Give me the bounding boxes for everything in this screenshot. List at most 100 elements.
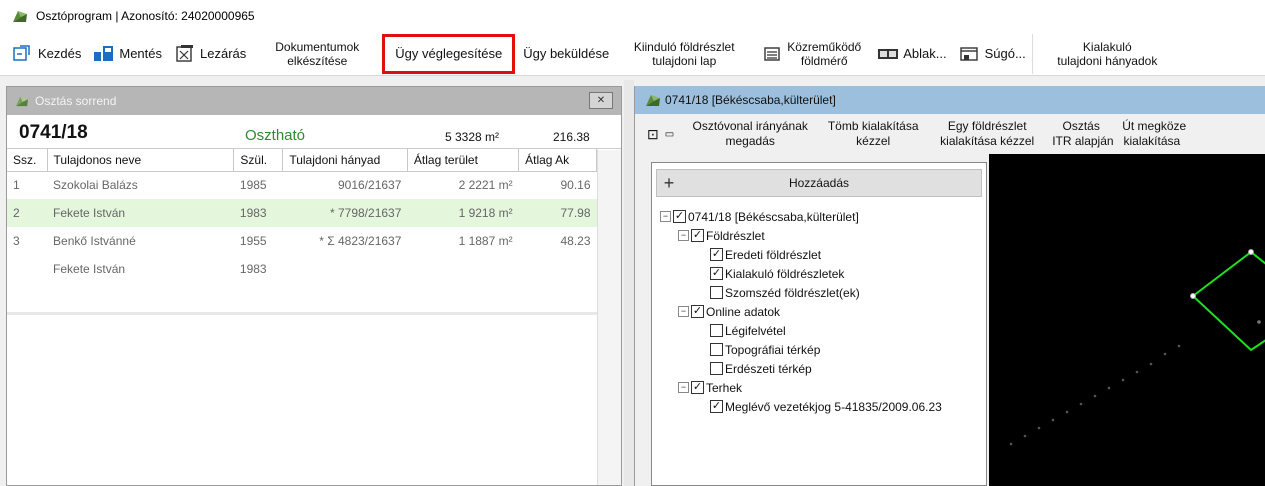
tree-label: Földrészlet [706,228,765,243]
itr-division-button[interactable]: Osztás ITR alapján [1046,119,1116,149]
close-icon[interactable]: ✕ [589,92,613,109]
checkbox[interactable]: ✓ [710,248,723,261]
column-header[interactable]: Átlag terület [407,149,520,172]
checkbox[interactable]: ✓ [691,229,704,242]
division-direction-label-1: Osztóvonal irányának [692,119,808,133]
column-header[interactable]: Ssz. [7,149,48,172]
start-button[interactable]: Kezdés [0,34,87,74]
column-header[interactable]: Tulajdonos neve [47,149,235,172]
map-canvas[interactable] [989,154,1265,486]
close-case-button[interactable]: Lezárás [168,34,252,74]
layer-tree: − ✓ 0741/18 [Békéscsaba,külterület] − ✓ … [652,207,986,416]
checkbox[interactable]: ✓ [710,400,723,413]
collapse-icon[interactable]: − [678,230,689,241]
table-row[interactable]: Fekete István 1983 [7,255,597,283]
cell-index: 2 [7,199,48,227]
checkbox[interactable] [710,362,723,375]
cell-avg-ak [519,255,597,283]
window-menu-label: Ablak... [903,46,947,61]
resulting-shares-label-1: Kialakuló [1082,39,1132,54]
resulting-shares-button[interactable]: Kialakuló tulajdoni hányadok [1031,33,1182,74]
finalize-case-button[interactable]: Ügy véglegesítése [382,33,516,74]
manual-block-button[interactable]: Tömb kialakítása kézzel [818,119,928,149]
surveyor-button[interactable]: Közreműködő földmérő [751,34,871,74]
submit-case-label: Ügy beküldése [523,46,610,61]
tree-node-root[interactable]: − ✓ 0741/18 [Békéscsaba,külterület] [652,207,986,226]
editor-toolbar: ⊡ ▭ Osztóvonal irányának megadás Tömb ki… [635,114,1265,154]
tree-node-aerial[interactable]: Légifelvétel [652,321,986,340]
tree-node-neighbor-parcels[interactable]: Szomszéd földrészlet(ek) [652,283,986,302]
table-divider [7,312,597,315]
table-row[interactable]: 2 Fekete István 1983 * 7798/21637 1 9218… [7,199,597,227]
cell-avg-area: 1 9218 m² [407,199,519,227]
tool-icon-group: ⊡ ▭ [635,126,682,143]
cell-birth-year: 1985 [239,178,267,193]
column-header[interactable]: Tulajdoni hányad [282,149,408,172]
help-button[interactable]: Súgó... [953,34,1032,74]
checkbox[interactable] [710,324,723,337]
documents-button[interactable]: Dokumentumok elkészítése [252,34,382,74]
cell-birth-year: 1983 [239,262,267,276]
surveyor-label-2: földmérő [800,53,848,68]
manual-parcel-label-1: Egy földrészlet [947,119,1027,133]
column-header[interactable]: Szül. [233,149,284,172]
cell-owner: Fekete István [53,262,126,276]
window-menu-button[interactable]: Ablak... [871,34,952,74]
division-order-panel: Osztás sorrend ✕ 0741/18 Osztható 5 3328… [6,86,622,486]
help-label: Súgó... [984,46,1026,61]
tree-label: 0741/18 [Békéscsaba,külterület] [688,209,859,224]
add-button[interactable]: + Hozzáadás [656,169,982,197]
tree-node-online-data[interactable]: − ✓ Online adatok [652,302,986,321]
submit-case-button[interactable]: Ügy beküldése [515,34,617,74]
column-header[interactable]: Átlag Ak [518,149,597,172]
collapse-icon[interactable]: − [678,306,689,317]
checkbox[interactable] [710,343,723,356]
cell-avg-area: 2 2221 m² [458,178,513,193]
checkbox[interactable] [710,286,723,299]
tree-node-original-parcel[interactable]: ✓ Eredeti földrészlet [652,245,986,264]
cell-owner: Szokolai Balázs [53,178,138,193]
ruler-icon[interactable]: ▭ [665,129,674,140]
table-row[interactable]: 1 Szokolai Balázs 1985 9016/21637 2 2221… [7,171,597,199]
collapse-icon[interactable]: − [660,211,671,222]
panel-splitter[interactable] [624,80,634,486]
cell-avg-area [407,255,518,283]
vertical-scrollbar[interactable] [597,150,621,485]
cell-owner: Fekete István [47,199,234,227]
collapse-icon[interactable]: − [678,382,689,393]
road-access-button[interactable]: Út megközel kialakítása [1116,119,1186,149]
parcel-editor-panel: 0741/18 [Békéscsaba,külterület] ⊡ ▭ Oszt… [634,86,1265,486]
checkbox[interactable]: ✓ [710,267,723,280]
checkbox[interactable]: ✓ [691,305,704,318]
archive-icon [174,44,196,64]
tree-node-encumbrances[interactable]: − ✓ Terhek [652,378,986,397]
manual-block-label-2: kézzel [856,134,891,148]
tree-node-resulting-parcels[interactable]: ✓ Kialakuló földrészletek [652,264,986,283]
tree-label: Meglévő vezetékjog 5-41835/2009.06.23 [725,399,942,414]
tree-node-utility-right[interactable]: ✓ Meglévő vezetékjog 5-41835/2009.06.23 [652,397,986,416]
measure-icon[interactable]: ⊡ [647,126,659,143]
save-icon [93,44,115,64]
table-row[interactable]: 3 Benkő Istvánné 1955 * Σ 4823/21637 1 1… [7,227,597,255]
checkbox[interactable]: ✓ [673,210,686,223]
save-button[interactable]: Mentés [87,34,168,74]
app-logo-icon [646,95,660,106]
division-direction-button[interactable]: Osztóvonal irányának megadás [682,119,818,149]
parcel-summary: 0741/18 Osztható 5 3328 m² 216.38 [7,115,621,149]
finalize-case-label: Ügy véglegesítése [395,46,503,61]
manual-parcel-button[interactable]: Egy földrészlet kialakítása kézzel [928,119,1046,149]
parcel-area: 5 3328 m² [445,130,500,144]
tree-node-forestry[interactable]: Erdészeti térkép [652,359,986,378]
cell-index: 3 [13,234,20,248]
division-direction-label-2: megadás [725,134,775,148]
documents-label-2: elkészítése [287,53,348,68]
original-parcel-title-button[interactable]: Kiinduló földrészlet tulajdoni lap [617,34,751,74]
parcel-ak-value: 216.38 [553,130,590,144]
save-label: Mentés [119,46,163,61]
tree-node-topographic[interactable]: Topográfiai térkép [652,340,986,359]
tree-node-parcel[interactable]: − ✓ Földrészlet [652,226,986,245]
checkbox[interactable]: ✓ [691,381,704,394]
cell-index: 1 [13,178,20,193]
road-access-label-1: Út megközel [1122,119,1187,133]
cell-share [283,255,408,283]
